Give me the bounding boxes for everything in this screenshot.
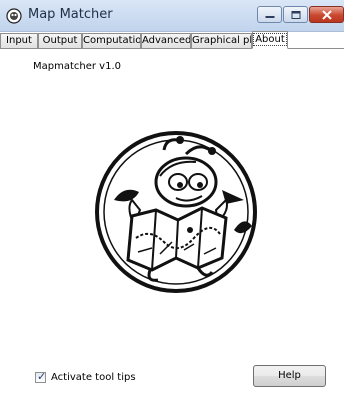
window-title: Map Matcher [28,7,113,22]
title-bar[interactable]: Map Matcher [0,0,344,32]
map-matcher-window: Map Matcher Input Output Computation Adv… [0,0,344,403]
activate-tooltips-label: Activate tool tips [51,371,136,383]
app-icon [6,8,22,24]
tab-input[interactable]: Input [0,33,38,48]
tab-advanced[interactable]: Advanced [141,33,191,48]
activate-tooltips-checkbox[interactable]: ✓ [35,369,47,383]
version-label: Mapmatcher v1.0 [33,61,121,72]
tab-label: Input [6,35,32,46]
checkmark-icon: ✓ [37,369,47,383]
close-button[interactable] [309,6,344,23]
minimize-button[interactable] [257,6,282,23]
activate-tooltips-option[interactable]: ✓ Activate tool tips [35,370,136,384]
close-icon [321,10,332,19]
tab-computation[interactable]: Computation [82,33,141,48]
tab-label: Computation [83,35,141,46]
tab-output[interactable]: Output [38,33,82,48]
tab-label: Advanced [142,35,191,46]
tab-graphical-plot[interactable]: Graphical plot [191,33,252,48]
help-button[interactable]: Help [253,365,326,387]
maximize-icon [291,10,300,19]
tab-about[interactable]: About [252,31,288,49]
tab-strip: Input Output Computation Advanced Graphi… [0,31,344,49]
maximize-button[interactable] [283,6,308,23]
minimize-icon [265,15,274,18]
tab-label: Output [42,35,78,46]
bug-reading-map-logo-icon [95,131,257,293]
tab-label: About [253,33,287,46]
tab-label: Graphical plot [192,35,252,46]
